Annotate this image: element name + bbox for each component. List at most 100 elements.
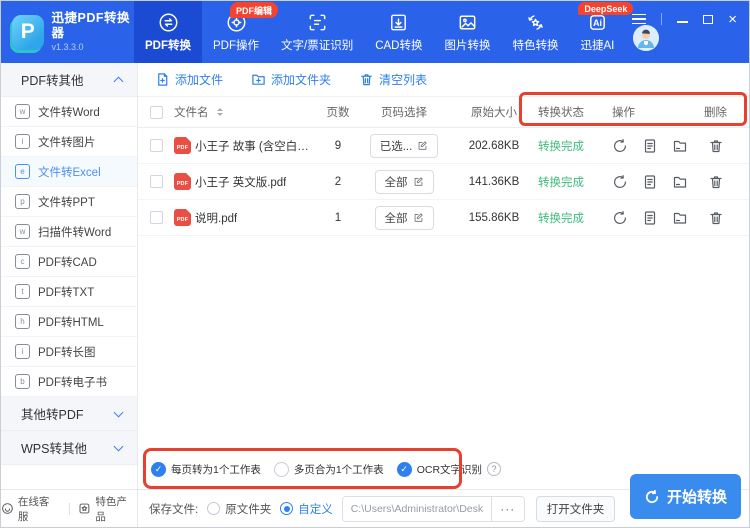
clear-list-label: 清空列表: [379, 73, 428, 87]
sidebar-item-label: 文件转Word: [38, 106, 100, 119]
row-checkbox[interactable]: [150, 211, 163, 224]
sidebar-item-label: 扫描件转Word: [38, 226, 112, 239]
save-original-radio[interactable]: 原文件夹: [207, 501, 271, 517]
tab-ocr-recognition[interactable]: 文字/票证识别: [270, 1, 364, 63]
select-all-checkbox[interactable]: [150, 105, 163, 119]
option-label: 每页转为1个工作表: [171, 463, 261, 476]
tab-ai[interactable]: DeepSeek Ai 迅捷AI: [569, 1, 634, 63]
sidebar-item-scan-to-word[interactable]: w 扫描件转Word: [1, 217, 137, 247]
reconvert-icon[interactable]: [612, 210, 628, 226]
footer-divider: [68, 502, 70, 515]
ebook-doc-icon: b: [15, 374, 30, 389]
sidebar-item-pdf-to-cad[interactable]: c PDF转CAD: [1, 247, 137, 277]
page-select-button[interactable]: 全部: [374, 205, 434, 230]
page-count: 9: [334, 139, 342, 152]
option-sheet-per-page[interactable]: ✓ 每页转为1个工作表: [151, 461, 261, 477]
delete-row-icon[interactable]: [708, 138, 724, 154]
online-support-link[interactable]: 在线客服: [1, 494, 60, 524]
reconvert-icon[interactable]: [612, 174, 628, 190]
sidebar-item-file-to-image[interactable]: i 文件转图片: [1, 127, 137, 157]
featured-products-link[interactable]: 特色产品: [78, 494, 137, 524]
section-label: PDF转其他: [21, 74, 84, 88]
sort-icon[interactable]: [216, 108, 223, 116]
sidebar-item-label: 文件转PPT: [38, 196, 95, 209]
view-file-icon[interactable]: [642, 138, 658, 154]
status-badge: 转换完成: [538, 212, 584, 225]
table-row: PDF 小王子 故事 (含空白页).pdf 9 已选... 202.68KB 转…: [138, 128, 749, 164]
row-checkbox[interactable]: [150, 175, 163, 188]
delete-row-icon[interactable]: [708, 174, 724, 190]
sidebar-item-file-to-excel[interactable]: e 文件转Excel: [1, 157, 137, 187]
tab-label: PDF操作: [213, 40, 259, 52]
open-folder-icon[interactable]: [672, 174, 688, 190]
image-icon: [456, 11, 479, 34]
add-folder-button[interactable]: 添加文件夹: [251, 71, 331, 88]
sidebar-item-file-to-word[interactable]: w 文件转Word: [1, 97, 137, 127]
browse-button[interactable]: ···: [490, 496, 524, 521]
file-toolbar: 添加文件 添加文件夹 清空列表: [138, 63, 749, 97]
add-folder-label: 添加文件夹: [271, 73, 332, 87]
sidebar-section-pdf-to-other[interactable]: PDF转其他: [1, 63, 137, 97]
tab-pdf-operations[interactable]: PDF编辑 PDF操作: [202, 1, 278, 63]
sidebar-item-pdf-to-ebook[interactable]: b PDF转电子书: [1, 367, 137, 397]
convert-spinner-icon: [645, 489, 659, 503]
option-ocr[interactable]: ✓ OCR文字识别 ?: [396, 461, 502, 477]
tab-special-convert[interactable]: 特色转换: [501, 1, 569, 63]
view-file-icon[interactable]: [642, 174, 658, 190]
option-merge-pages[interactable]: 多页合为1个工作表: [273, 461, 384, 477]
column-header-pages: 页数: [326, 107, 350, 119]
main-area: 添加文件 添加文件夹 清空列表 文件名 页数 页码选择 原始大小 转换状态 操作…: [138, 63, 749, 489]
maximize-button[interactable]: [703, 12, 714, 26]
tab-image-convert[interactable]: 图片转换: [433, 1, 501, 63]
top-nav: PDF转换 PDF编辑 PDF操作 文字/票证识别 CAD转换 图片转换 特色转…: [134, 1, 634, 63]
save-original-label: 原文件夹: [225, 503, 272, 516]
sidebar-section-other-to-pdf[interactable]: 其他转PDF: [1, 397, 137, 431]
menu-icon[interactable]: [632, 12, 647, 26]
sidebar-section-wps-to-other[interactable]: WPS转其他: [1, 431, 137, 465]
reconvert-icon[interactable]: [612, 138, 628, 154]
add-file-button[interactable]: 添加文件: [155, 71, 223, 88]
sidebar-item-pdf-to-long-image[interactable]: i PDF转长图: [1, 337, 137, 367]
page-select-button[interactable]: 全部: [374, 169, 434, 194]
user-avatar[interactable]: [633, 25, 660, 51]
tab-cad-convert[interactable]: CAD转换: [364, 1, 433, 63]
sidebar-item-label: PDF转CAD: [38, 256, 97, 269]
sidebar-item-pdf-to-html[interactable]: h PDF转HTML: [1, 307, 137, 337]
view-file-icon[interactable]: [642, 210, 658, 226]
open-folder-button[interactable]: 打开文件夹: [535, 495, 616, 522]
sidebar-item-pdf-to-txt[interactable]: t PDF转TXT: [1, 277, 137, 307]
save-custom-radio[interactable]: 自定义: [280, 501, 333, 517]
tab-pdf-convert[interactable]: PDF转换: [134, 1, 202, 63]
row-checkbox[interactable]: [150, 139, 163, 152]
sidebar-item-file-to-ppt[interactable]: p 文件转PPT: [1, 187, 137, 217]
sidebar-item-label: PDF转电子书: [38, 376, 107, 389]
page-count: 1: [334, 211, 342, 224]
tab-label: 特色转换: [512, 40, 559, 52]
sidebar-item-label: 文件转Excel: [38, 166, 101, 179]
column-header-size: 原始大小: [471, 107, 517, 119]
save-path-input[interactable]: [342, 496, 491, 521]
open-folder-icon[interactable]: [672, 138, 688, 154]
start-convert-label: 开始转换: [666, 489, 727, 506]
pdf-file-icon: PDF: [174, 209, 191, 226]
online-support-label: 在线客服: [17, 495, 50, 523]
scan-icon: [306, 11, 329, 34]
delete-row-icon[interactable]: [708, 210, 724, 226]
start-convert-button[interactable]: 开始转换: [630, 474, 741, 519]
option-label: 多页合为1个工作表: [293, 463, 384, 476]
column-header-actions: 操作: [612, 107, 635, 119]
page-select-button[interactable]: 已选...: [369, 133, 439, 158]
radio-on-icon: [280, 502, 294, 515]
star-convert-icon: [524, 11, 547, 34]
help-icon[interactable]: ?: [487, 462, 502, 476]
trash-icon: [361, 74, 372, 86]
clear-list-button[interactable]: 清空列表: [359, 71, 427, 88]
table-row: PDF 小王子 英文版.pdf 2 全部 141.36KB 转换完成: [138, 164, 749, 200]
file-name: 小王子 故事 (含空白页).pdf: [195, 140, 320, 153]
close-button[interactable]: ×: [728, 12, 737, 27]
open-folder-icon[interactable]: [672, 210, 688, 226]
controls-divider: [661, 13, 663, 25]
minimize-button[interactable]: [677, 12, 689, 26]
pdf-file-icon: PDF: [174, 173, 191, 190]
table-header: 文件名 页数 页码选择 原始大小 转换状态 操作 删除: [138, 97, 749, 128]
